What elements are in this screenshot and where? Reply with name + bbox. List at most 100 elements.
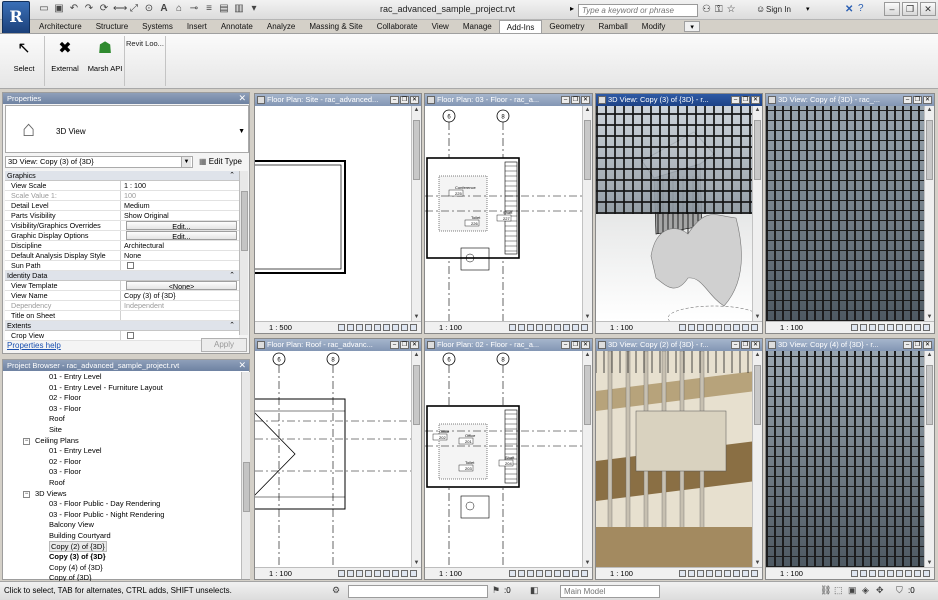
- crop-icon[interactable]: [554, 324, 561, 331]
- temp-hide-icon[interactable]: [401, 570, 408, 577]
- drawing-canvas[interactable]: 6 8Office202 Office201Toilet203Shaft204: [425, 351, 582, 567]
- communication-icon[interactable]: ☆: [727, 4, 736, 16]
- reveal-hidden-icon[interactable]: [751, 570, 758, 577]
- temp-hide-icon[interactable]: [401, 324, 408, 331]
- tree-item[interactable]: 01 - Entry Level: [3, 446, 241, 457]
- reveal-hidden-icon[interactable]: [410, 570, 417, 577]
- minimize-icon[interactable]: –: [731, 96, 740, 104]
- property-value[interactable]: Copy (3) of {3D}: [121, 291, 239, 300]
- tree-item[interactable]: Site: [3, 425, 241, 436]
- show-crop-icon[interactable]: [733, 570, 740, 577]
- tree-item[interactable]: 02 - Floor: [3, 457, 241, 468]
- tree-item[interactable]: Roof: [3, 478, 241, 489]
- temp-hide-icon[interactable]: [572, 570, 579, 577]
- scrollbar-thumb[interactable]: [754, 120, 761, 180]
- minimize-icon[interactable]: –: [731, 341, 740, 349]
- shadows-icon[interactable]: [878, 570, 885, 577]
- sun-path-icon[interactable]: [869, 324, 876, 331]
- tree-item[interactable]: 03 - Floor: [3, 467, 241, 478]
- default-3d-view-icon[interactable]: ⌂: [173, 3, 185, 15]
- detail-level-icon[interactable]: [851, 324, 858, 331]
- view-scrollbar[interactable]: ▲ ▼: [582, 106, 592, 321]
- visual-style-icon[interactable]: [347, 324, 354, 331]
- tree-item[interactable]: −3D Views: [3, 489, 241, 500]
- tab-view[interactable]: View: [425, 20, 456, 33]
- tab-analyze[interactable]: Analyze: [260, 20, 302, 33]
- scroll-up-icon[interactable]: ▲: [926, 106, 933, 114]
- drawing-canvas[interactable]: 6 8Conference225Toilet226Shaft227: [425, 106, 582, 321]
- minimize-icon[interactable]: –: [903, 341, 912, 349]
- property-value[interactable]: 1 : 100: [121, 181, 239, 190]
- ribbon-minimize-button[interactable]: ▾: [684, 21, 700, 32]
- close-icon[interactable]: ✕: [238, 93, 246, 104]
- collapse-toggle-icon[interactable]: −: [23, 437, 30, 445]
- property-value[interactable]: Medium: [121, 201, 239, 210]
- detail-level-icon[interactable]: [338, 570, 345, 577]
- sun-path-icon[interactable]: [527, 324, 534, 331]
- redo-icon[interactable]: ↷: [83, 3, 95, 15]
- view-title-bar[interactable]: 3D View: Copy (2) of {3D} - r... – ❐ ✕: [596, 339, 762, 351]
- scrollbar-thumb[interactable]: [241, 191, 248, 251]
- tab-manage[interactable]: Manage: [456, 20, 499, 33]
- temp-hide-icon[interactable]: [742, 324, 749, 331]
- user-icon[interactable]: ☺: [756, 4, 765, 14]
- detail-level-icon[interactable]: [338, 324, 345, 331]
- scroll-down-icon[interactable]: ▼: [754, 559, 761, 567]
- view-window[interactable]: Floor Plan: Roof - rac_advanc... – ❐ ✕ 6 8 ▲ ▼ 1…: [254, 338, 422, 580]
- tree-item[interactable]: 01 - Entry Level: [3, 372, 241, 383]
- view-window[interactable]: Floor Plan: Site - rac_advanced... – ❐ ✕ ▲ ▼ 1…: [254, 93, 422, 334]
- reveal-hidden-icon[interactable]: [923, 570, 930, 577]
- link-icon[interactable]: ⛓: [820, 585, 831, 596]
- view-title-bar[interactable]: Floor Plan: 03 - Floor - rac_a... – ❐ ✕: [425, 94, 592, 106]
- room-tag[interactable]: Toilet: [471, 215, 481, 220]
- crop-icon[interactable]: [724, 324, 731, 331]
- scroll-up-icon[interactable]: ▲: [754, 106, 761, 114]
- visual-style-icon[interactable]: [860, 570, 867, 577]
- view-window[interactable]: Floor Plan: 03 - Floor - rac_a... – ❐ ✕ 6 8 Co…: [424, 93, 593, 334]
- view-canvas[interactable]: [766, 106, 924, 321]
- restore-icon[interactable]: ❐: [913, 341, 922, 349]
- view-canvas[interactable]: [596, 106, 752, 321]
- temp-hide-icon[interactable]: [914, 324, 921, 331]
- room-tag[interactable]: 227: [503, 216, 510, 221]
- render-icon[interactable]: [545, 570, 552, 577]
- collapse-toggle-icon[interactable]: −: [23, 490, 30, 498]
- room-tag[interactable]: Toilet: [465, 460, 475, 465]
- scroll-up-icon[interactable]: ▲: [413, 351, 420, 359]
- show-crop-icon[interactable]: [563, 324, 570, 331]
- room-tag[interactable]: Shaft: [503, 210, 513, 215]
- property-value[interactable]: Independent: [121, 301, 239, 310]
- properties-scrollbar[interactable]: [239, 171, 248, 335]
- view-scrollbar[interactable]: ▲ ▼: [752, 351, 762, 567]
- sun-path-icon[interactable]: [697, 324, 704, 331]
- text-icon[interactable]: A: [158, 3, 170, 15]
- view-scrollbar[interactable]: ▲ ▼: [924, 106, 934, 321]
- tree-item[interactable]: Copy (2) of {3D}: [3, 540, 241, 553]
- view-scale[interactable]: 1 : 100: [439, 569, 462, 578]
- sun-path-icon[interactable]: [356, 570, 363, 577]
- tab-architecture[interactable]: Architecture: [32, 20, 89, 33]
- view-scrollbar[interactable]: ▲ ▼: [752, 106, 762, 321]
- view-scale[interactable]: 1 : 500: [269, 323, 292, 332]
- restore-icon[interactable]: ❐: [741, 341, 750, 349]
- tree-item[interactable]: Copy (4) of {3D}: [3, 563, 241, 574]
- restore-icon[interactable]: ❐: [571, 96, 580, 104]
- reveal-hidden-icon[interactable]: [410, 324, 417, 331]
- scroll-down-icon[interactable]: ▼: [413, 313, 420, 321]
- drag-elements-icon[interactable]: ✥: [876, 585, 884, 596]
- minimize-icon[interactable]: –: [390, 341, 399, 349]
- save-icon[interactable]: ▣: [53, 3, 65, 15]
- marsh-api-button[interactable]: ☗ Marsh API: [85, 36, 125, 76]
- view-window[interactable]: 3D View: Copy (2) of {3D} - r... – ❐ ✕ ▲ ▼ 1 :…: [595, 338, 763, 580]
- restore-icon[interactable]: ❐: [913, 96, 922, 104]
- view-canvas[interactable]: [766, 351, 924, 567]
- show-crop-icon[interactable]: [392, 324, 399, 331]
- scroll-up-icon[interactable]: ▲: [926, 351, 933, 359]
- view-title-bar[interactable]: 3D View: Copy of {3D} - rac_... – ❐ ✕: [766, 94, 934, 106]
- render-icon[interactable]: [545, 324, 552, 331]
- view-window[interactable]: 3D View: Copy (4) of {3D} - r... – ❐ ✕ ▲ ▼ 1 :…: [765, 338, 935, 580]
- crop-icon[interactable]: [554, 570, 561, 577]
- chevron-down-icon[interactable]: ▼: [238, 128, 245, 135]
- editing-requests-icon[interactable]: ⚑: [492, 585, 500, 596]
- detail-level-icon[interactable]: [679, 570, 686, 577]
